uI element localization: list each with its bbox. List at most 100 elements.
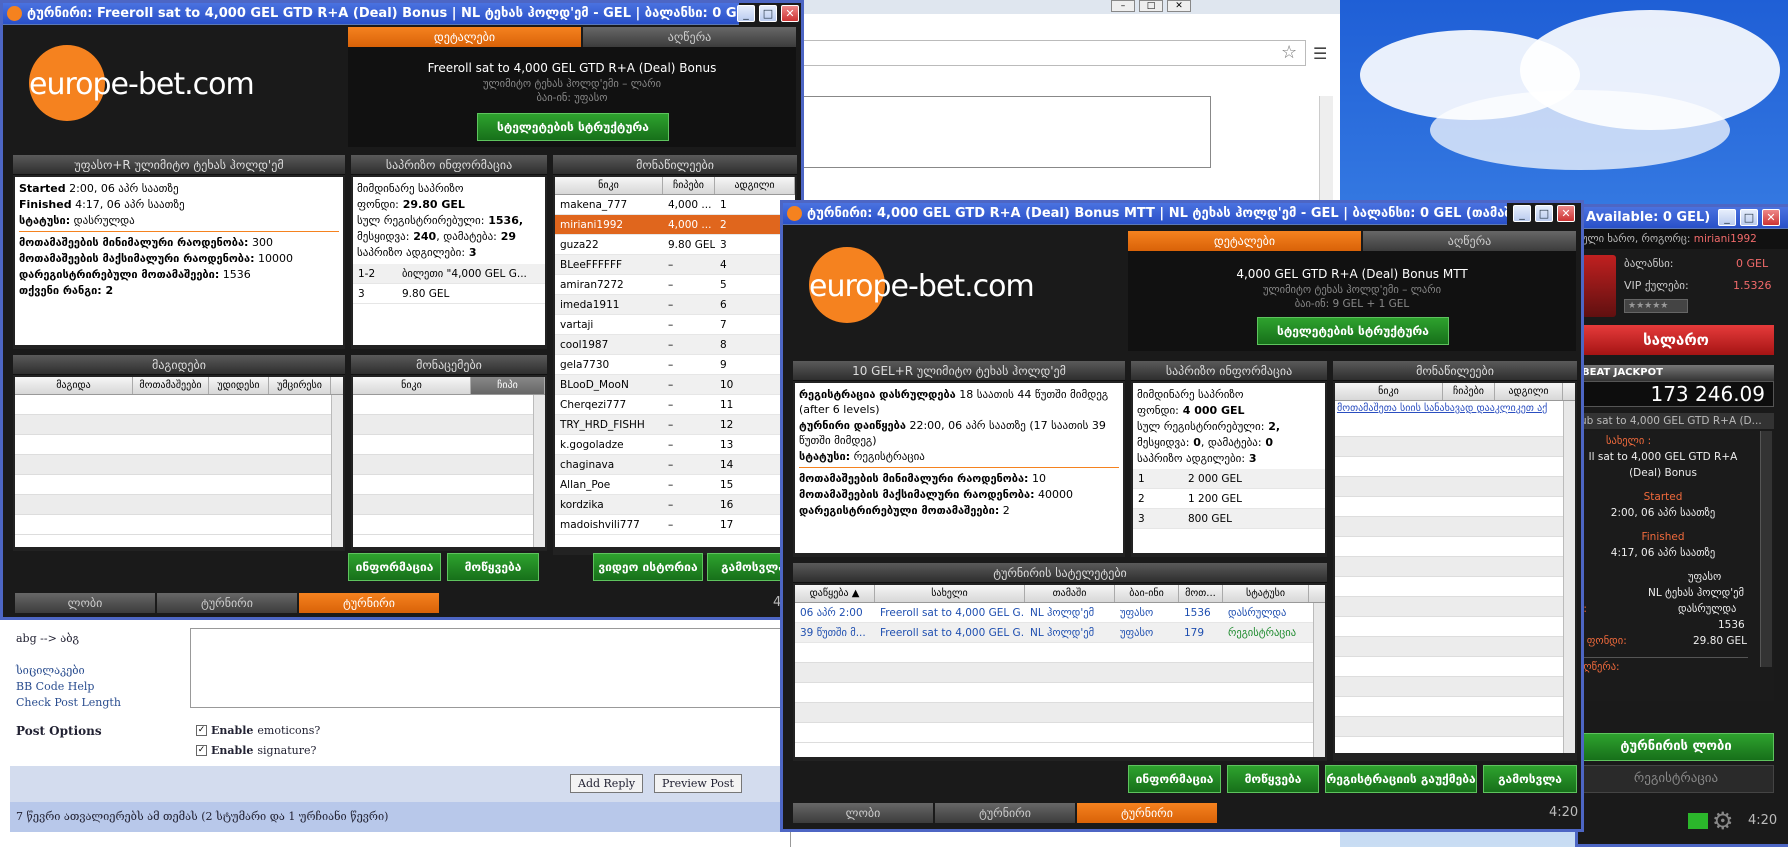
column-smallest[interactable]: უმცირესი [269, 377, 331, 394]
close-icon[interactable]: ✕ [781, 5, 799, 22]
column-status[interactable]: სტატუსი [1223, 585, 1309, 602]
star-icon[interactable]: ☆ [1281, 42, 1297, 63]
column-nick[interactable]: ნიკი [555, 177, 663, 194]
app-icon [787, 206, 802, 221]
scrollbar[interactable] [331, 395, 343, 547]
unregister-button[interactable]: რეგისტრაციის გაუქმება [1325, 765, 1477, 793]
player-row[interactable]: kordzika – 16 [555, 495, 795, 515]
maximize-icon[interactable]: □ [1139, 0, 1163, 12]
gear-icon[interactable]: ⚙ [1712, 807, 1734, 835]
balance-label: ბალანსი: [1624, 257, 1674, 270]
close-icon[interactable]: ✕ [1167, 0, 1191, 12]
checkbox[interactable]: ✓ [196, 725, 207, 736]
reply-textarea[interactable] [190, 628, 790, 708]
column-nick[interactable]: ნიკი [1335, 383, 1443, 400]
address-bar[interactable] [801, 40, 1306, 66]
tab-lobby[interactable]: ლობი [793, 803, 933, 823]
player-row[interactable]: TRY_HRD_FISHH – 12 [555, 415, 795, 435]
column-players[interactable]: მოთ... [1179, 585, 1223, 602]
tournament-lobby-button[interactable]: ტურნირის ლობი [1578, 733, 1774, 761]
minimize-icon[interactable]: – [1111, 0, 1135, 12]
close-icon[interactable]: ✕ [1557, 205, 1575, 222]
watch-button[interactable]: მოწყვება [1227, 765, 1319, 793]
column-buyin[interactable]: ბაი-ინი [1115, 585, 1179, 602]
minimize-icon[interactable]: _ [1718, 209, 1736, 226]
watch-button[interactable]: მოწყვება [447, 553, 539, 581]
column-place[interactable]: ადგილი [1495, 383, 1563, 400]
satellite-row[interactable]: 06 აპრ 2:00 Freeroll sat to 4,000 GEL G..… [795, 603, 1325, 623]
scrollbar[interactable] [1319, 96, 1333, 206]
minimize-icon[interactable]: _ [1513, 205, 1531, 222]
add-reply-button[interactable]: Add Reply [570, 774, 644, 793]
player-row[interactable]: BLeeFFFFFF – 4 [555, 255, 795, 275]
player-row[interactable]: BLooD_MooN – 10 [555, 375, 795, 395]
preview-post-button[interactable]: Preview Post [654, 774, 742, 793]
player-chips: – [668, 439, 674, 451]
emoticons-option[interactable]: ✓ Enable emoticons? [196, 724, 320, 737]
tab-description[interactable]: აღწერა [1363, 231, 1576, 251]
player-row[interactable]: vartaji – 7 [555, 315, 795, 335]
scrollbar[interactable] [533, 395, 545, 547]
show-players-link[interactable]: მოთამაშეთა სიის სანახავად დააკლიკეთ აქ [1335, 401, 1575, 417]
checkbox[interactable]: ✓ [196, 745, 207, 756]
player-chips: – [668, 399, 674, 411]
player-row[interactable]: cool1987 – 8 [555, 335, 795, 355]
tournament-info: Started 2:00, 06 აპრ საათზე Finished 4:1… [15, 177, 343, 345]
column-start[interactable]: დაწყება ▲ [795, 585, 875, 602]
info-button[interactable]: ინფორმაცია [1128, 765, 1221, 793]
column-game[interactable]: თამაში [1025, 585, 1115, 602]
maximize-icon[interactable]: □ [759, 5, 777, 22]
player-row[interactable]: amiran7272 – 5 [555, 275, 795, 295]
cashier-button[interactable]: სალარო [1578, 325, 1774, 355]
total-registered-value: 2, [1264, 420, 1281, 433]
register-button[interactable]: რეგისტრაცია [1578, 765, 1774, 793]
tab-lobby[interactable]: ლობი [15, 593, 155, 613]
player-row[interactable]: madoishvili777 – 17 [555, 515, 795, 535]
satellite-row[interactable]: 39 წუთში მ... Freeroll sat to 4,000 GEL G… [795, 623, 1325, 643]
tab-tournament-1[interactable]: ტურნირი [935, 803, 1075, 823]
info-button[interactable]: ინფორმაცია [348, 553, 441, 581]
maximize-icon[interactable]: □ [1535, 205, 1553, 222]
maximize-icon[interactable]: □ [1740, 209, 1758, 226]
tab-tournament-2[interactable]: ტურნირი [1077, 803, 1217, 823]
player-row[interactable]: Allan_Poe – 15 [555, 475, 795, 495]
player-row[interactable]: miriani1992 4,000 ... 2 [555, 215, 795, 235]
blind-structure-button[interactable]: სტელეტების სტრუქტურა [1257, 317, 1449, 345]
registered-value: 2 [999, 504, 1010, 517]
column-largest[interactable]: უდიდესი [209, 377, 269, 394]
column-chips[interactable]: ჩიპები [663, 177, 715, 194]
column-place[interactable]: ადგილი [715, 177, 795, 194]
player-row[interactable]: Cherqezi777 – 11 [555, 395, 795, 415]
tab-description[interactable]: აღწერა [583, 27, 796, 47]
tab-details[interactable]: დეტალები [1128, 231, 1361, 251]
player-row[interactable]: imeda1911 – 6 [555, 295, 795, 315]
player-row[interactable]: makena_777 4,000 ... 1 [555, 195, 795, 215]
close-icon[interactable]: ✕ [1762, 209, 1780, 226]
column-players[interactable]: მოთამაშეები [133, 377, 209, 394]
minimize-icon[interactable]: _ [737, 5, 755, 22]
column-table[interactable]: მაგიდა [15, 377, 133, 394]
column-chips[interactable]: ჩიპები [1443, 383, 1495, 400]
player-row[interactable]: guza22 9.80 GEL 3 [555, 235, 795, 255]
menu-icon[interactable]: ☰ [1313, 44, 1327, 63]
blind-structure-button[interactable]: სტელეტების სტრუქტურა [477, 113, 669, 141]
video-history-button[interactable]: ვიდეო ისტორია [593, 553, 703, 581]
tab-details[interactable]: დეტალები [348, 27, 581, 47]
player-row[interactable]: chaginava – 14 [555, 455, 795, 475]
tab-tournament-1[interactable]: ტურნირი [157, 593, 297, 613]
scrollbar[interactable] [1760, 431, 1772, 667]
exit-button[interactable]: გამოსვლა [1483, 765, 1577, 793]
bbcode-help-link[interactable]: BB Code Help [16, 680, 94, 693]
smilies-link[interactable]: სიცილაკები [16, 664, 85, 677]
column-chips[interactable]: ჩიპი [471, 377, 545, 394]
signature-option[interactable]: ✓ Enable signature? [196, 744, 316, 757]
tab-tournament-2[interactable]: ტურნირი [299, 593, 439, 613]
check-length-link[interactable]: Check Post Length [16, 696, 121, 709]
scrollbar[interactable] [1563, 401, 1575, 753]
column-name[interactable]: სახელი [875, 585, 1025, 602]
column-nick[interactable]: ნიკი [353, 377, 471, 394]
tournament-type: ულიმიტო ტეხას ჰოლდ'ემი – ლარი [482, 78, 662, 90]
player-row[interactable]: gela7730 – 9 [555, 355, 795, 375]
scrollbar[interactable] [1313, 603, 1325, 757]
player-row[interactable]: k.gogoladze – 13 [555, 435, 795, 455]
